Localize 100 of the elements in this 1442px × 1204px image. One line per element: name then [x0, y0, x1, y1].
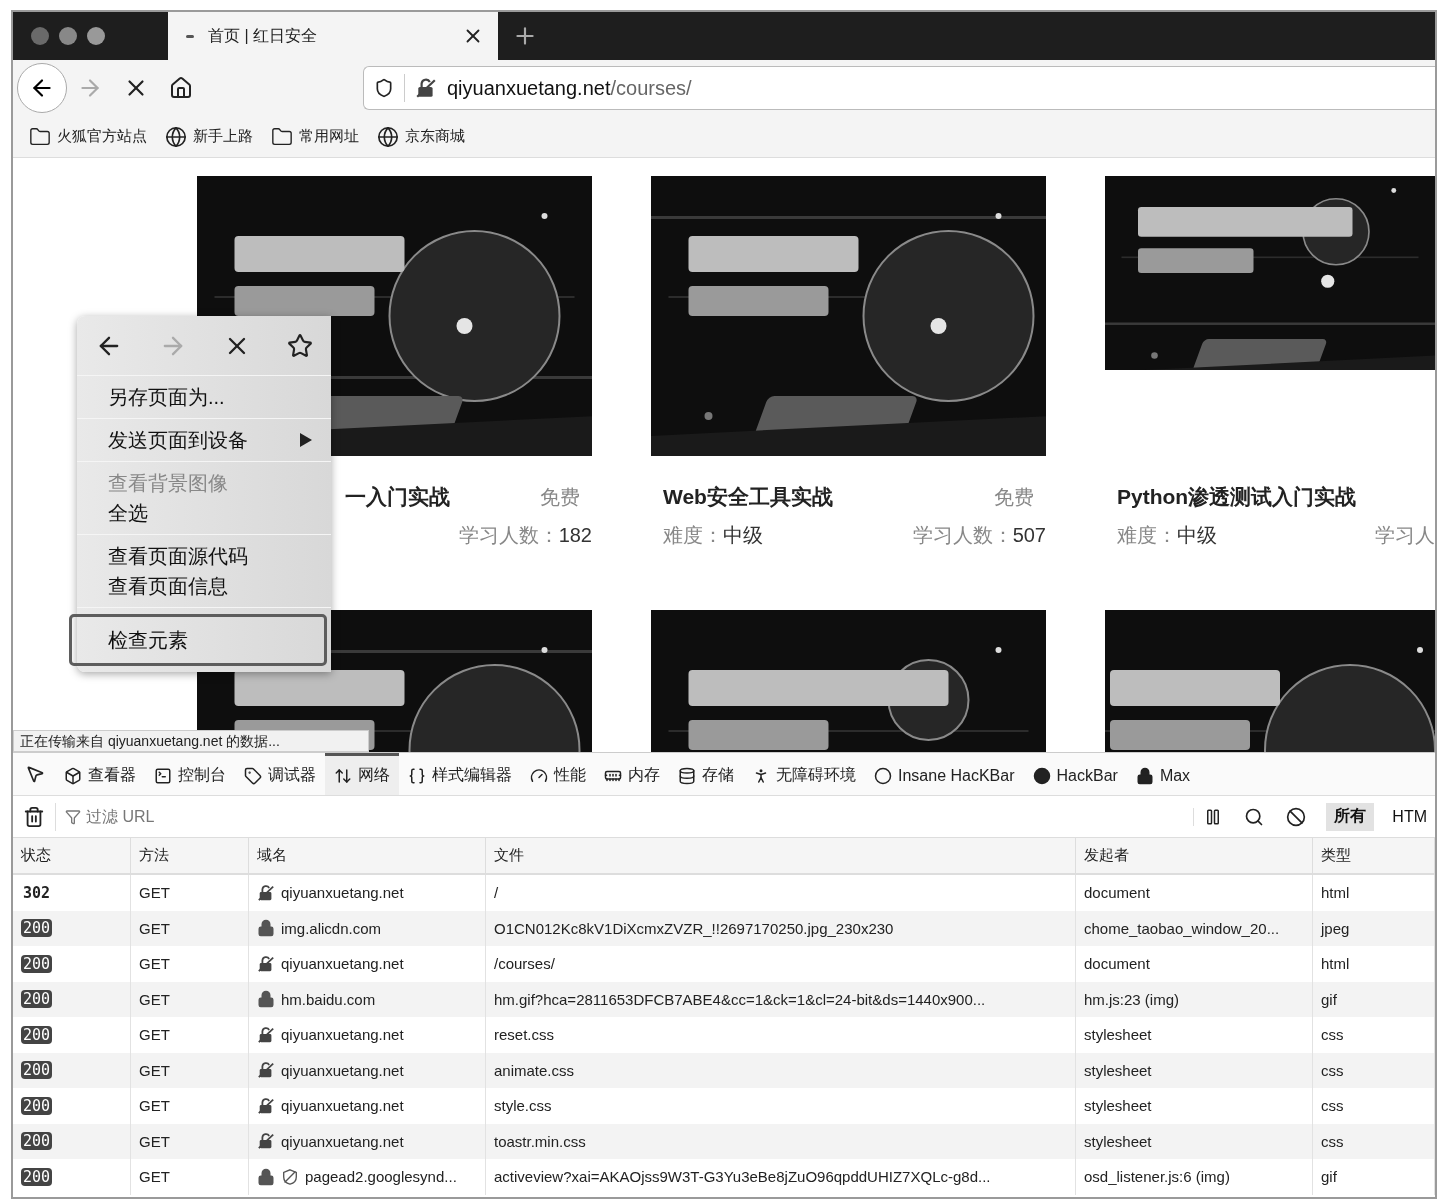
table-cell: GET	[131, 1052, 249, 1088]
menu-item[interactable]: 查看页面信息	[77, 571, 331, 601]
menu-item[interactable]: 发送页面到设备	[77, 425, 331, 455]
home-icon[interactable]	[169, 76, 193, 100]
window-control[interactable]	[59, 27, 77, 45]
lock-icon	[1135, 766, 1154, 785]
table-cell: hm.js:23 (img)	[1076, 981, 1313, 1017]
devtools-tab[interactable]: 网络	[325, 753, 399, 795]
devtools-tab[interactable]: 查看器	[55, 753, 145, 795]
menu-item[interactable]: 查看页面源代码	[77, 541, 331, 571]
table-cell: css	[1313, 1123, 1435, 1159]
status-code: 200	[21, 919, 53, 938]
domain-text: pagead2.googlesynd...	[305, 1168, 457, 1186]
browser-tab[interactable]: 首页 | 红日安全	[168, 12, 498, 60]
database-icon	[678, 766, 696, 785]
domain-text: qiyuanxuetang.net	[281, 1026, 404, 1044]
domain-text: qiyuanxuetang.net	[281, 1097, 404, 1115]
course-title[interactable]: 一入门实战	[345, 483, 450, 511]
status-code: 200	[21, 954, 53, 973]
column-header[interactable]: 类型	[1313, 838, 1435, 875]
submenu-arrow-icon	[299, 432, 313, 448]
devtools-tab[interactable]: 控制台	[145, 753, 235, 795]
column-header[interactable]: 文件	[486, 838, 1076, 875]
globe-icon	[377, 125, 399, 148]
domain-text: qiyuanxuetang.net	[281, 1061, 404, 1079]
column-header[interactable]: 域名	[249, 838, 486, 875]
type-filter[interactable]: HTM	[1384, 802, 1435, 831]
course-title[interactable]: Web安全工具实战	[663, 483, 833, 511]
filter-field[interactable]: 过滤 URL	[55, 802, 1184, 831]
loading-icon	[186, 34, 194, 38]
menu-item[interactable]: 检查元素	[69, 614, 327, 666]
bookmark[interactable]: 火狐官方站点	[29, 125, 147, 148]
block-icon[interactable]	[1286, 806, 1307, 827]
domain-text: qiyuanxuetang.net	[281, 1132, 404, 1150]
table-cell: GET	[131, 1123, 249, 1159]
terminal-icon	[154, 766, 172, 785]
table-cell: O1CN012Kc8kV1DiXcmxZVZR_!!2697170250.jpg_230x230	[486, 910, 1076, 946]
bookmark-star-icon[interactable]	[287, 332, 313, 359]
circle-icon	[874, 766, 892, 785]
table-cell: css	[1313, 1052, 1435, 1088]
bookmark[interactable]: 常用网址	[271, 125, 359, 148]
column-header[interactable]: 状态	[13, 838, 131, 875]
devtools-tab[interactable]: 内存	[595, 753, 669, 795]
menu-item[interactable]: 另存页面为...	[77, 382, 331, 412]
status-code: 200	[21, 990, 53, 1009]
devtools-tab[interactable]: 调试器	[235, 753, 325, 795]
table-cell: chome_taobao_window_20...	[1076, 910, 1313, 946]
column-header[interactable]: 发起者	[1076, 838, 1313, 875]
devtools-tab[interactable]: 样式编辑器	[399, 753, 521, 795]
table-cell: stylesheet	[1076, 1123, 1313, 1159]
course-difficulty: 难度：中级	[663, 522, 763, 548]
course-title[interactable]: Python渗透测试入门实战	[1117, 483, 1357, 511]
table-cell: animate.css	[486, 1052, 1076, 1088]
table-cell: GET	[131, 910, 249, 946]
back-button[interactable]	[17, 63, 67, 113]
course-learners: 学习人数：182	[458, 522, 592, 548]
url-path: /courses/	[610, 76, 692, 100]
course-learners: 学习人	[1375, 522, 1435, 548]
course-price: 免费	[994, 484, 1034, 510]
window-control[interactable]	[87, 27, 105, 45]
table-cell: toastr.min.css	[486, 1123, 1076, 1159]
globe-icon	[165, 125, 187, 148]
address-bar[interactable]: qiyuanxuetang.net/courses/	[363, 66, 1435, 110]
devtools-tab[interactable]: 存储	[669, 753, 743, 795]
devtools-tab[interactable]: 无障碍环境	[743, 753, 865, 795]
bookmark[interactable]: 京东商城	[377, 125, 465, 148]
column-header[interactable]: 方法	[131, 838, 249, 875]
menu-item[interactable]: 全选	[77, 498, 331, 528]
tab-title: 首页 | 红日安全	[208, 25, 319, 46]
domain-text: img.alicdn.com	[281, 919, 382, 937]
braces-icon	[408, 766, 426, 785]
domain-text: hm.baidu.com	[281, 990, 376, 1008]
table-cell: jpeg	[1313, 910, 1435, 946]
folder-icon	[29, 125, 51, 148]
devtools-tab[interactable]: Max	[1126, 753, 1200, 795]
status-code: 200	[21, 1025, 53, 1044]
course-learners: 学习人数：507	[912, 522, 1046, 548]
status-code: 200	[21, 1096, 53, 1115]
status-code: 200	[21, 1167, 53, 1186]
shield-icon	[374, 78, 394, 98]
devtools-tab[interactable]: HackBar	[1023, 753, 1127, 795]
trash-icon[interactable]	[23, 805, 45, 828]
box-icon	[64, 766, 82, 785]
arrows-icon	[334, 766, 352, 785]
gauge-icon	[530, 766, 548, 785]
status-code: 200	[21, 1132, 53, 1151]
table-cell: hm.gif?hca=2811653DFCB7ABE4&cc=1&ck=1&cl=24-bit&ds=1440x900...	[486, 981, 1076, 1017]
bookmark[interactable]: 新手上路	[165, 125, 253, 148]
devtools-tab[interactable]: 性能	[521, 753, 595, 795]
course-difficulty: 难度：中级	[1117, 522, 1217, 548]
status-text: 正在传输来自 qiyuanxuetang.net 的数据...	[13, 730, 369, 752]
tag-icon	[244, 766, 262, 785]
devtools-tab[interactable]: Insane HacKBar	[865, 753, 1024, 795]
search-icon[interactable]	[1244, 806, 1265, 827]
window-control[interactable]	[31, 27, 49, 45]
course-price: 免费	[540, 484, 580, 510]
insecure-lock-icon	[415, 77, 437, 99]
table-cell: gif	[1313, 981, 1435, 1017]
domain-text: qiyuanxuetang.net	[281, 955, 404, 973]
type-filter[interactable]: 所有	[1326, 802, 1375, 831]
